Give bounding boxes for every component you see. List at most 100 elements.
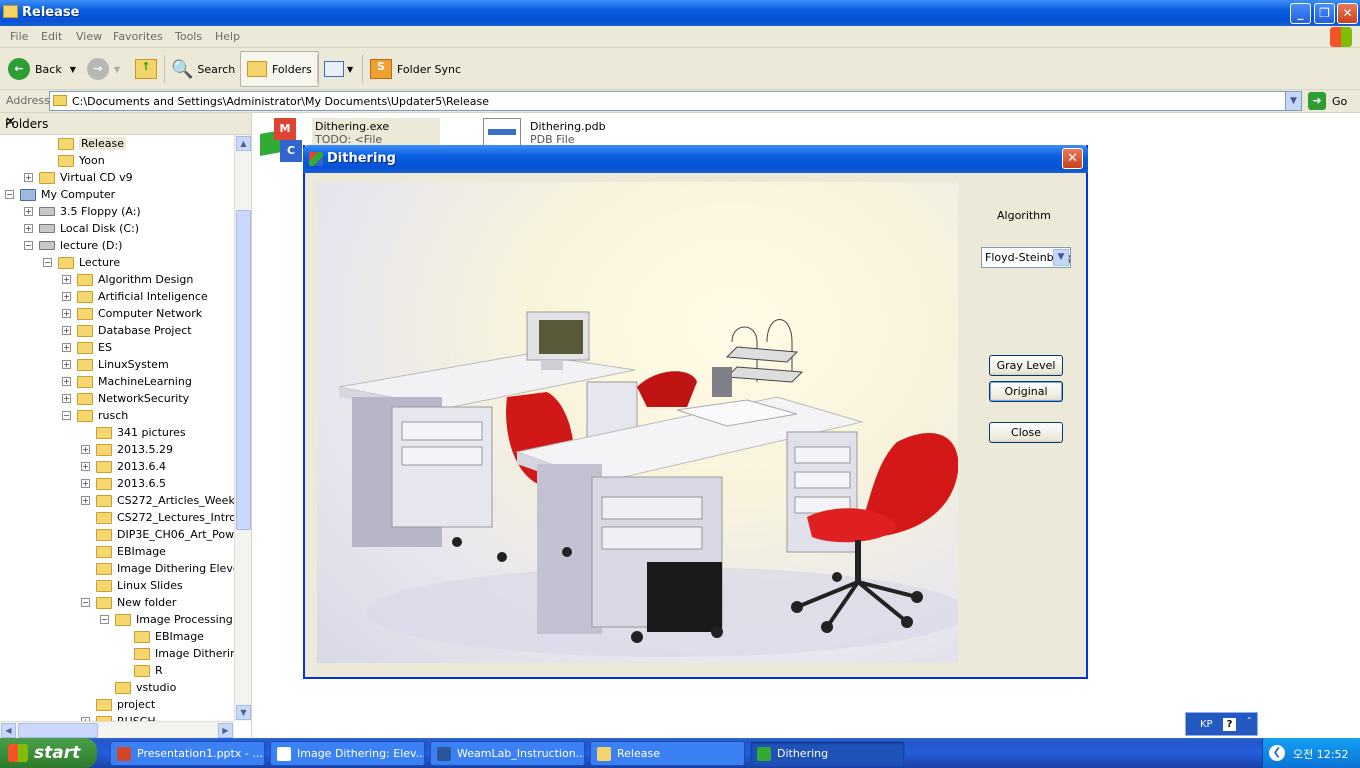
tree-item[interactable]: Linux Slides xyxy=(81,577,183,594)
back-dropdown-icon[interactable]: ▼ xyxy=(70,65,76,74)
expand-icon[interactable]: + xyxy=(62,326,71,335)
dialog-close-button[interactable]: ✕ xyxy=(1062,148,1083,169)
tree-item[interactable]: DIP3E_CH06_Art_Power xyxy=(81,526,234,543)
expand-icon[interactable]: + xyxy=(62,275,71,284)
menu-edit[interactable]: Edit xyxy=(41,30,62,43)
expand-icon[interactable]: + xyxy=(81,496,90,505)
close-icon[interactable]: ✕ xyxy=(5,115,244,130)
close-dialog-button[interactable]: Close xyxy=(989,422,1063,443)
expand-icon[interactable]: + xyxy=(62,309,71,318)
close-button[interactable]: ✕ xyxy=(1337,3,1358,24)
tree-item[interactable]: Yoon xyxy=(43,152,105,169)
tree-item[interactable]: − New folder xyxy=(81,594,176,611)
menu-tools[interactable]: Tools xyxy=(175,30,202,43)
tree-item[interactable]: +2013.5.29 xyxy=(81,441,173,458)
scroll-left-icon[interactable]: ◀ xyxy=(1,723,16,738)
tree-item[interactable]: − My Computer xyxy=(5,186,115,203)
scroll-up-icon[interactable]: ▲ xyxy=(236,136,251,151)
folders-button[interactable]: Folders xyxy=(240,51,319,87)
expand-icon[interactable]: + xyxy=(81,462,90,471)
views-button[interactable]: ▼ xyxy=(324,51,353,87)
tree-item[interactable]: vstudio xyxy=(100,679,176,696)
expand-icon[interactable]: + xyxy=(24,224,33,233)
tree-item[interactable]: CS272_Lectures_Introdu xyxy=(81,509,234,526)
tree-item[interactable]: Release xyxy=(43,135,126,152)
tree-item[interactable]: + ES xyxy=(62,339,112,356)
taskbar-button[interactable]: Release xyxy=(590,741,745,766)
tree-item[interactable]: + LinuxSystem xyxy=(62,356,169,373)
tree-item[interactable]: + Algorithm Design xyxy=(62,271,193,288)
up-folder-button[interactable]: ↑ xyxy=(135,51,157,87)
expand-icon[interactable]: + xyxy=(62,360,71,369)
taskbar-button[interactable]: Presentation1.pptx - ... xyxy=(110,741,265,766)
langbar-options-icon[interactable]: ⌃ xyxy=(1246,716,1253,725)
tree-item[interactable]: +2013.6.4 xyxy=(81,458,166,475)
address-input[interactable]: C:\Documents and Settings\Administrator\… xyxy=(49,91,1302,111)
menu-view[interactable]: View xyxy=(76,30,102,43)
help-icon[interactable]: ? xyxy=(1223,718,1236,731)
scroll-thumb[interactable] xyxy=(236,210,251,530)
expand-icon[interactable]: + xyxy=(62,343,71,352)
tree-vertical-scrollbar[interactable]: ▲ ▼ xyxy=(234,135,251,721)
tree-item[interactable]: +RUSCH xyxy=(81,713,156,721)
expand-icon[interactable]: + xyxy=(24,207,33,216)
menu-favorites[interactable]: Favorites xyxy=(113,30,163,43)
tree-item[interactable]: +2013.6.5 xyxy=(81,475,166,492)
taskbar-button[interactable]: Dithering xyxy=(750,741,905,766)
gray-level-button[interactable]: Gray Level xyxy=(989,355,1063,376)
tree-item[interactable]: Image Dithering Eleven xyxy=(81,560,234,577)
tree-item[interactable]: + Artificial Inteligence xyxy=(62,288,208,305)
tree-item[interactable]: +3.5 Floppy (A:) xyxy=(24,203,141,220)
expand-icon[interactable]: + xyxy=(24,173,33,182)
tree-item[interactable]: EBImage xyxy=(119,628,204,645)
scroll-right-icon[interactable]: ▶ xyxy=(218,723,233,738)
chevron-down-icon[interactable]: ▼ xyxy=(1053,249,1069,266)
expand-icon[interactable]: + xyxy=(62,377,71,386)
scroll-thumb[interactable] xyxy=(18,723,98,738)
menu-help[interactable]: Help xyxy=(215,30,240,43)
tree-item[interactable]: + Virtual CD v9 xyxy=(24,169,133,186)
start-button[interactable]: start xyxy=(0,738,97,768)
tree-item[interactable]: Image Dithering xyxy=(119,645,234,662)
collapse-icon[interactable]: − xyxy=(100,615,109,624)
file-item[interactable]: Dithering.pdb PDB File xyxy=(483,118,606,148)
expand-icon[interactable]: + xyxy=(81,445,90,454)
collapse-icon[interactable]: − xyxy=(5,190,14,199)
tree-item[interactable]: 341 pictures xyxy=(81,424,186,441)
forward-button[interactable]: → ▼ xyxy=(87,51,120,87)
tree-horizontal-scrollbar[interactable]: ◀ ▶ xyxy=(0,721,234,738)
back-button[interactable]: ← Back ▼ xyxy=(8,51,76,87)
search-button[interactable]: 🔍 Search xyxy=(171,51,235,87)
expand-icon[interactable]: + xyxy=(62,394,71,403)
menu-file[interactable]: File xyxy=(10,30,28,43)
tree-item[interactable]: + Computer Network xyxy=(62,305,202,322)
chevron-left-icon[interactable]: ❮ xyxy=(1269,745,1285,761)
tree-item[interactable]: − lecture (D:) xyxy=(24,237,122,254)
tree-item[interactable]: project xyxy=(81,696,155,713)
expand-icon[interactable]: + xyxy=(62,292,71,301)
forward-dropdown-icon[interactable]: ▼ xyxy=(114,65,120,74)
tree-item[interactable]: + Database Project xyxy=(62,322,192,339)
language-bar[interactable]: KP ? ⌃ xyxy=(1185,712,1258,736)
taskbar-button[interactable]: WeamLab_Instruction... xyxy=(430,741,585,766)
algorithm-select[interactable]: Floyd-Steinberg ▼ xyxy=(981,247,1071,268)
expand-icon[interactable]: + xyxy=(81,479,90,488)
restore-button[interactable]: ❐ xyxy=(1314,3,1335,24)
tree-item[interactable]: + Local Disk (C:) xyxy=(24,220,139,237)
tree-item[interactable]: − rusch xyxy=(62,407,128,424)
minimize-button[interactable]: _ xyxy=(1290,3,1311,24)
tree-item[interactable]: + MachineLearning xyxy=(62,373,192,390)
tree-item[interactable]: R xyxy=(119,662,163,679)
tree-item[interactable]: + NetworkSecurity xyxy=(62,390,189,407)
taskbar-button[interactable]: Image Dithering: Elev... xyxy=(270,741,425,766)
folder-sync-button[interactable]: S Folder Sync xyxy=(370,51,461,87)
collapse-icon[interactable]: − xyxy=(24,241,33,250)
tree-item[interactable]: − Image Processing xyxy=(100,611,233,628)
collapse-icon[interactable]: − xyxy=(62,411,71,420)
collapse-icon[interactable]: − xyxy=(81,598,90,607)
scroll-down-icon[interactable]: ▼ xyxy=(236,705,251,720)
address-dropdown-icon[interactable]: ▼ xyxy=(1285,92,1301,110)
tree-item[interactable]: + CS272_Articles_Weeks_ xyxy=(81,492,234,509)
go-button[interactable]: ➜ Go xyxy=(1308,92,1347,110)
original-button[interactable]: Original xyxy=(989,381,1063,402)
